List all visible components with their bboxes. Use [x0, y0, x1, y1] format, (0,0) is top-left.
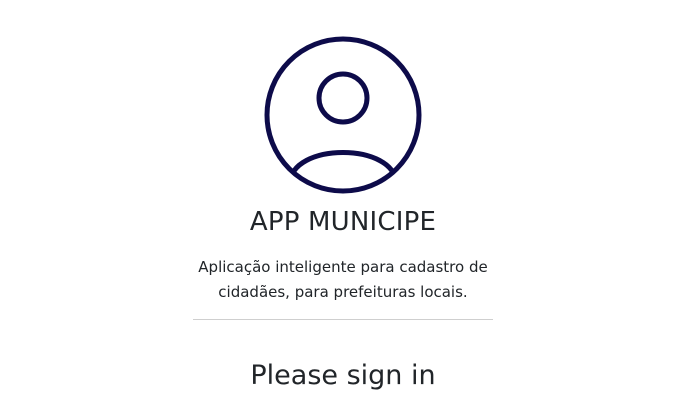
user-circle-icon: [262, 34, 424, 196]
app-title: APP MUNICIPE: [249, 207, 437, 237]
login-page: APP MUNICIPE Aplicação inteligente para …: [0, 0, 700, 401]
signin-heading: Please sign in: [250, 360, 436, 391]
divider: [193, 319, 493, 320]
app-description: Aplicação inteligente para cadastro de c…: [198, 258, 488, 301]
